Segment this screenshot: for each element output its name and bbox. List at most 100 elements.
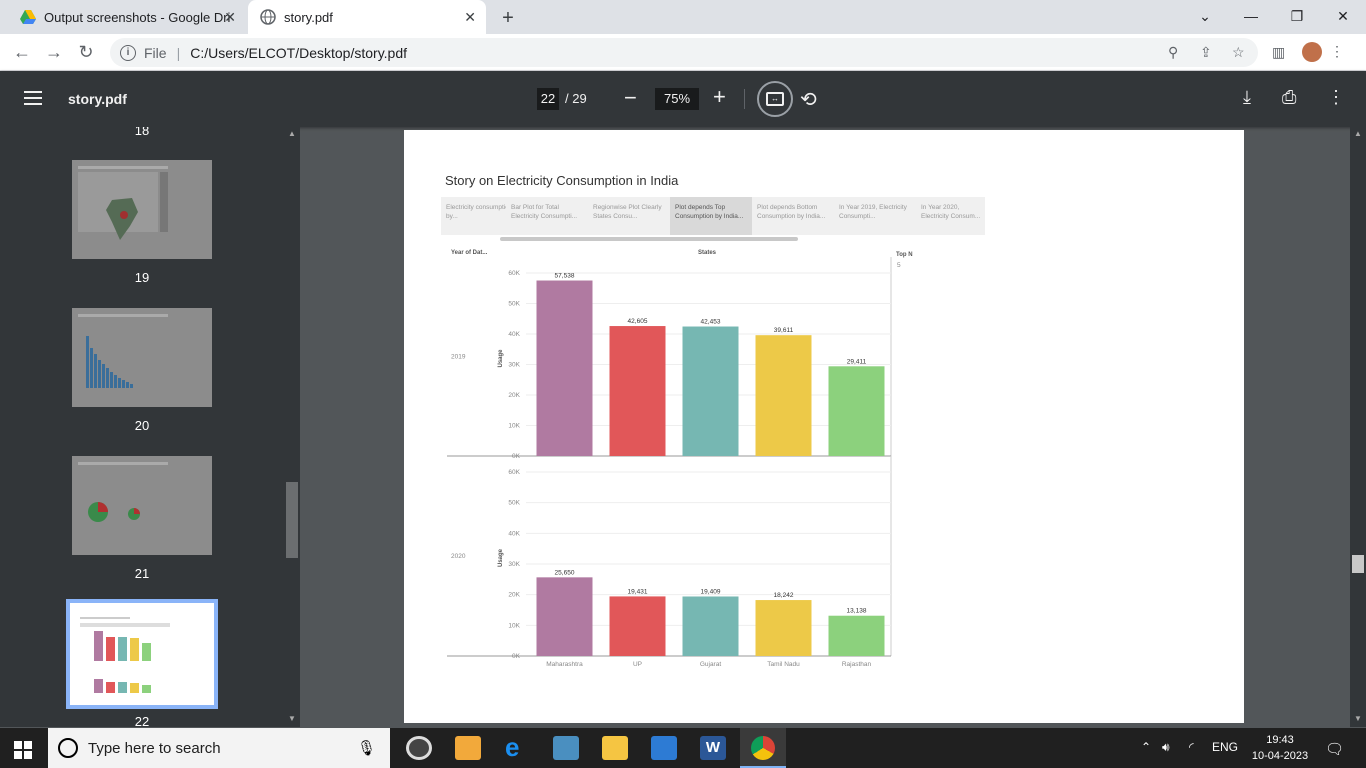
pdf-toolbar: story.pdf 22 / 29 − 75% + ↔ ⟲ ⤓ ⎙ ⋮ [0,71,1366,127]
tab-title: story.pdf [284,9,333,25]
y-tick-label: 60K [508,270,520,277]
taskbar-search[interactable]: Type here to search 🎙 [48,728,390,768]
story-title: Story on Electricity Consumption in Indi… [445,173,679,188]
tab-google-drive[interactable]: Output screenshots - Google Dri ✕ [8,0,246,34]
language-indicator[interactable]: ENG [1212,740,1238,754]
address-bar[interactable]: i File | C:/Users/ELCOT/Desktop/story.pd… [110,38,1258,67]
new-tab-button[interactable]: + [495,5,521,31]
reload-button[interactable]: ↻ [72,38,100,66]
thumbnail-page-19[interactable] [72,160,212,259]
minimize-button[interactable]: — [1228,0,1274,32]
store-icon[interactable] [455,736,481,760]
info-icon[interactable]: i [120,44,136,61]
network-icon[interactable]: ◜ [1189,740,1194,754]
more-menu-icon[interactable]: ⋮ [1330,43,1344,60]
scroll-up-icon[interactable]: ▲ [288,129,296,138]
tab-strip: Output screenshots - Google Dri ✕ story.… [0,0,1366,34]
bar [682,326,739,456]
thumbnail-page-20[interactable] [72,308,212,407]
bookmark-star-icon[interactable]: ☆ [1232,44,1245,61]
bar [536,577,593,656]
story-tab[interactable]: Plot depends Bottom Consumption by India… [752,197,834,235]
search-placeholder: Type here to search [88,739,221,757]
clock-time: 19:43 [1266,734,1294,746]
tab-search-icon[interactable]: ⌄ [1182,0,1228,32]
zoom-out-button[interactable]: − [624,85,637,111]
chrome-icon [751,736,775,760]
data-label: 19,431 [628,588,648,595]
forward-button[interactable]: → [40,38,68,66]
zoom-icon[interactable]: ⚲ [1168,44,1178,61]
clock[interactable]: 19:43 10-04-2023 [1250,732,1310,764]
y-tick-label: 50K [508,500,520,507]
google-drive-icon [20,10,36,24]
download-icon[interactable]: ⤓ [1243,87,1251,108]
y-tick-label: 0K [512,453,521,460]
search-icon [58,738,78,758]
story-tab[interactable]: Regionwise Plot Clearly States Consu... [588,197,670,235]
page-total: / 29 [565,91,587,106]
chrome-taskbar-button[interactable] [740,728,786,768]
year-label: 2019 [451,354,466,361]
microphone-icon[interactable]: 🎙 [357,739,376,757]
scroll-up-icon[interactable]: ▲ [1354,129,1362,138]
story-tab[interactable]: Bar Plot for Total Electricity Consumpti… [506,197,588,235]
story-tab[interactable]: In Year 2019, Electricity Consumpti... [834,197,916,235]
page-number-input[interactable]: 22 [537,88,559,110]
fit-to-page-button[interactable]: ↔ [757,81,793,117]
print-icon[interactable]: ⎙ [1282,87,1296,108]
close-tab-icon[interactable]: ✕ [464,9,476,26]
tab-title: Output screenshots - Google Dri [44,9,231,25]
zoom-in-button[interactable]: + [713,84,726,110]
menu-icon[interactable] [24,91,42,105]
show-hidden-icons[interactable]: ⌃ [1141,740,1151,754]
bar-chart: 0K 10K 20K 30K 40K 50K 60K Usage 2019 57,538 42,60… [447,257,892,668]
back-button[interactable]: ← [8,38,36,66]
thumbnail-label: 21 [134,566,150,581]
story-tab-active[interactable]: Plot depends Top Consumption by India... [670,197,752,235]
bar [609,326,666,456]
map-thumbnail-icon [78,166,168,240]
data-label: 42,605 [628,318,648,325]
story-tab[interactable]: In Year 2020, Electricity Consum... [916,197,985,235]
rotate-icon[interactable]: ⟲ [800,87,817,112]
y-tick-label: 20K [508,392,520,399]
scroll-down-icon[interactable]: ▼ [1354,714,1362,723]
thumbnail-sidebar: 18 19 20 21 22 [0,127,300,727]
close-window-button[interactable]: ✕ [1320,0,1366,32]
y-tick-label: 40K [508,530,520,537]
edge-icon[interactable]: e [505,734,531,760]
browser-toolbar: ← → ↻ i File | C:/Users/ELCOT/Desktop/st… [0,34,1366,71]
scroll-down-icon[interactable]: ▼ [288,714,296,723]
paint-icon[interactable] [553,736,579,760]
thumbnail-label: 22 [134,714,150,727]
profile-avatar[interactable] [1302,42,1322,62]
file-explorer-icon[interactable] [602,736,628,760]
media-player-icon[interactable] [406,736,432,760]
y-tick-label: 0K [512,653,521,660]
word-icon[interactable]: W [700,736,726,760]
sidebar-scrollbar[interactable]: ▲ ▼ [285,127,299,727]
fit-page-icon: ↔ [766,92,784,106]
pie-chart-thumbnail-icon [78,462,168,522]
story-tabs-scrollbar[interactable] [500,237,798,241]
main-scrollbar[interactable]: ▲ ▼ [1350,127,1366,727]
restore-button[interactable]: ❐ [1274,0,1320,32]
windows-start-icon[interactable] [14,741,32,759]
x-tick-label: UP [633,661,642,668]
pdf-page: Story on Electricity Consumption in Indi… [404,130,1244,723]
share-icon[interactable]: ⇪ [1200,44,1212,61]
pc-icon[interactable] [651,736,677,760]
thumbnail-page-21[interactable] [72,456,212,555]
sidebar-scroll-thumb[interactable] [286,482,298,558]
more-actions-icon[interactable]: ⋮ [1327,87,1345,108]
y-axis-label: Usage [498,548,504,567]
close-tab-icon[interactable]: ✕ [224,9,236,26]
tab-story-pdf[interactable]: story.pdf ✕ [248,0,486,34]
main-scroll-thumb[interactable] [1352,555,1364,573]
notifications-icon[interactable]: 🗨︎ [1325,740,1344,758]
zoom-input[interactable]: 75% [655,88,699,110]
volume-icon[interactable]: 🔊︎ [1162,740,1170,755]
side-panel-icon[interactable]: ▥ [1272,44,1285,61]
thumbnail-page-22-selected[interactable] [66,599,218,709]
